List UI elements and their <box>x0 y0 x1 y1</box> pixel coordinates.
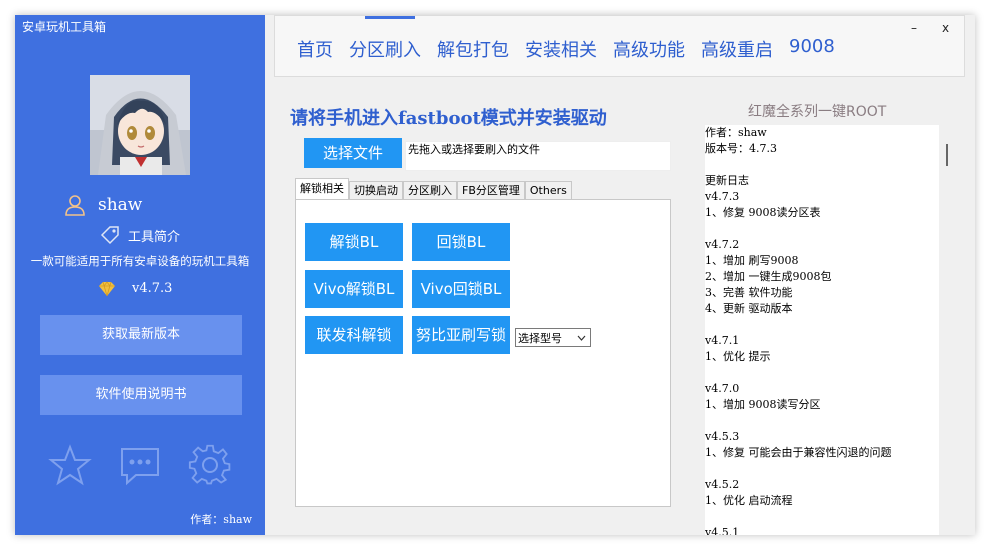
app-window: 安卓玩机工具箱 shaw 工具简介 一款可能适用于所有安卓设备的玩机工具箱 v4… <box>15 15 975 535</box>
changelog-line: v4.5.1 <box>705 526 740 535</box>
username-text: shaw <box>98 195 143 215</box>
model-select-value: 选择型号 <box>518 332 562 345</box>
nav-advanced-reboot[interactable]: 高级重启 <box>701 36 773 62</box>
nav-partition-flash[interactable]: 分区刷入 <box>349 36 421 62</box>
nav-install[interactable]: 安装相关 <box>525 36 597 62</box>
changelog-line: 1、增加 9008读写分区 <box>705 398 821 411</box>
version-text: v4.7.3 <box>132 281 173 296</box>
app-tagline: 一款可能适用于所有安卓设备的玩机工具箱 <box>30 254 250 268</box>
changelog-line: 3、完善 软件功能 <box>705 286 793 299</box>
changelog-line: 1、优化 提示 <box>705 350 771 363</box>
changelog-line <box>705 221 892 237</box>
nav-items: 首页 分区刷入 解包打包 安装相关 高级功能 高级重启 9008 <box>297 36 851 62</box>
tool-intro-label: 工具简介 <box>128 230 181 245</box>
top-nav: 首页 分区刷入 解包打包 安装相关 高级功能 高级重启 9008 – x <box>274 15 965 77</box>
sidebar-author: 作者：shaw <box>190 513 252 526</box>
changelog-line: 4、更新 驱动版本 <box>705 302 793 315</box>
star-icon[interactable] <box>48 443 92 487</box>
changelog-line: 1、修复 可能会由于兼容性闪退的问题 <box>705 446 892 459</box>
settings-gear-icon[interactable] <box>188 443 232 487</box>
changelog-line <box>705 509 892 525</box>
chevron-down-icon <box>577 335 586 341</box>
changelog-line: 更新日志 <box>705 174 749 187</box>
tab-bar: 解锁相关 切换启动 分区刷入 FB分区管理 Others <box>295 178 572 199</box>
tab-switch-slot[interactable]: 切换启动 <box>349 181 403 199</box>
diamond-icon <box>99 281 115 297</box>
nav-advanced-features[interactable]: 高级功能 <box>613 36 685 62</box>
vivo-unlock-bl-button[interactable]: Vivo解锁BL <box>305 270 403 308</box>
changelog-line <box>705 365 892 381</box>
avatar <box>90 75 190 175</box>
changelog-scrollbar[interactable] <box>946 144 948 166</box>
changelog-line: v4.7.0 <box>705 382 740 395</box>
changelog-lines: 作者：shaw 版本号：4.7.3 更新日志 v4.7.3 1、修复 9008读分区表 v… <box>705 125 892 535</box>
nav-9008[interactable]: 9008 <box>789 36 835 62</box>
sidebar-bottom-icons <box>45 443 235 488</box>
tab-unlock[interactable]: 解锁相关 <box>295 178 349 199</box>
changelog-line: 1、增加 刷写9008 <box>705 254 799 267</box>
sidebar: 安卓玩机工具箱 shaw 工具简介 一款可能适用于所有安卓设备的玩机工具箱 v4… <box>15 15 265 535</box>
changelog-line <box>705 461 892 477</box>
nubia-write-lock-button[interactable]: 努比亚刷写锁 <box>412 316 510 354</box>
changelog-line <box>705 157 892 173</box>
changelog-title: 红魔全系列一键ROOT <box>748 104 887 120</box>
avatar-anime-girl-image <box>90 75 190 175</box>
get-latest-version-button[interactable]: 获取最新版本 <box>40 315 242 355</box>
changelog-line: 作者：shaw <box>705 126 767 139</box>
tag-icon <box>100 226 119 245</box>
message-icon[interactable] <box>118 443 162 487</box>
changelog-line: 版本号：4.7.3 <box>705 142 777 155</box>
changelog-line: 1、优化 启动流程 <box>705 494 793 507</box>
nav-unpack-pack[interactable]: 解包打包 <box>437 36 509 62</box>
vivo-relock-bl-button[interactable]: Vivo回锁BL <box>412 270 510 308</box>
page-title: 请将手机进入fastboot模式并安装驱动 <box>290 108 607 129</box>
changelog-textbox[interactable]: 作者：shaw 版本号：4.7.3 更新日志 v4.7.3 1、修复 9008读分区表 v… <box>705 125 939 535</box>
changelog-line: v4.7.1 <box>705 334 740 347</box>
changelog-line: 1、修复 9008读分区表 <box>705 206 821 219</box>
relock-bl-button[interactable]: 回锁BL <box>412 223 510 261</box>
changelog-line: 2、增加 一键生成9008包 <box>705 270 832 283</box>
tool-intro[interactable]: 工具简介 <box>100 226 181 245</box>
file-path-input[interactable]: 先拖入或选择要刷入的文件 <box>405 141 671 171</box>
tab-partition-flash[interactable]: 分区刷入 <box>403 181 457 199</box>
mtk-unlock-button[interactable]: 联发科解锁 <box>305 316 403 354</box>
model-select[interactable]: 选择型号 <box>515 328 591 347</box>
username: shaw <box>65 195 218 216</box>
app-title: 安卓玩机工具箱 <box>22 20 107 34</box>
unlock-tab-panel: 解锁BL 回锁BL Vivo解锁BL Vivo回锁BL 联发科解锁 努比亚刷写锁… <box>295 199 671 507</box>
tab-others[interactable]: Others <box>524 181 572 199</box>
app-version: v4.7.3 <box>99 281 173 297</box>
minimize-button[interactable]: – <box>911 21 917 35</box>
changelog-line <box>705 413 892 429</box>
close-button[interactable]: x <box>942 21 949 35</box>
user-manual-button[interactable]: 软件使用说明书 <box>40 375 242 415</box>
nav-home[interactable]: 首页 <box>297 36 333 62</box>
changelog-line <box>705 317 892 333</box>
user-icon <box>65 195 85 216</box>
changelog-line: v4.7.2 <box>705 238 740 251</box>
select-file-button[interactable]: 选择文件 <box>304 138 402 168</box>
unlock-bl-button[interactable]: 解锁BL <box>305 223 403 261</box>
changelog-line: v4.5.2 <box>705 478 740 491</box>
nav-active-indicator <box>365 16 415 19</box>
tab-fb-partition-manage[interactable]: FB分区管理 <box>457 181 525 199</box>
changelog-line: v4.7.3 <box>705 190 740 203</box>
changelog-line: v4.5.3 <box>705 430 740 443</box>
